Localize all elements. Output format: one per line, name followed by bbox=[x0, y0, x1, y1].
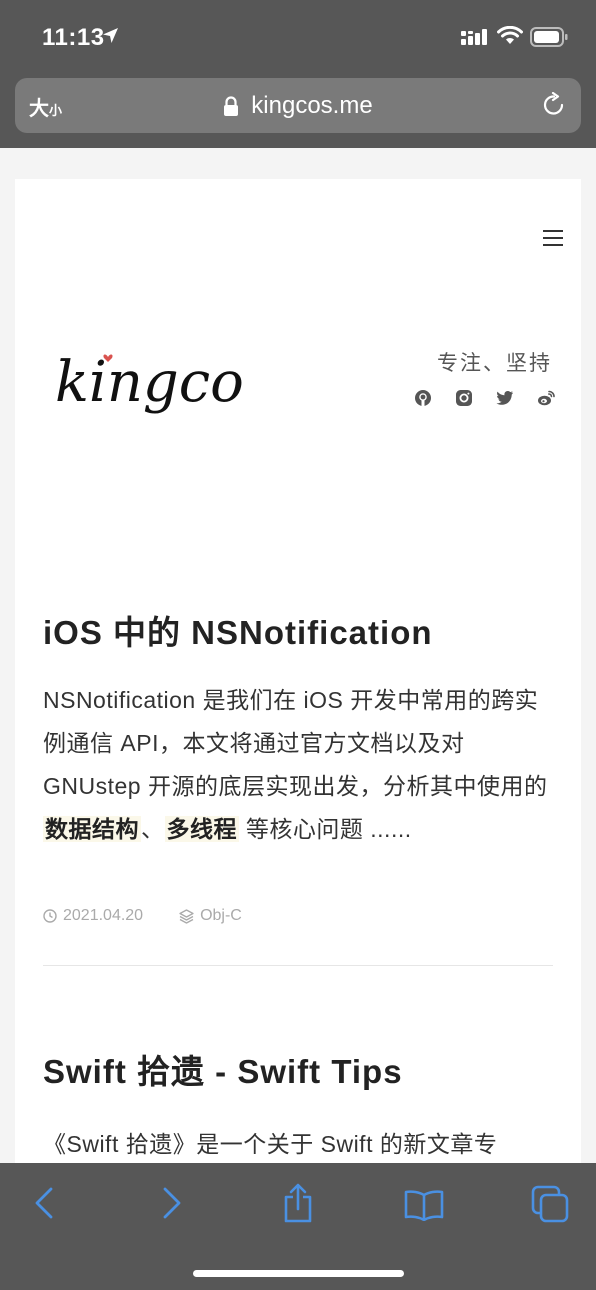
post-meta: 2021.04.20 Obj-C bbox=[43, 907, 553, 925]
bookmarks-book-icon[interactable] bbox=[404, 1189, 444, 1221]
tabs-icon[interactable] bbox=[531, 1185, 569, 1223]
logo-text: kingcos bbox=[55, 350, 243, 415]
browser-top-chrome: 11:13 大小 kingcos.me bbox=[0, 0, 596, 148]
forward-chevron-icon[interactable] bbox=[160, 1185, 184, 1221]
clock-icon bbox=[43, 909, 57, 923]
post-item: iOS 中的 NSNotification NSNotification 是我们… bbox=[43, 611, 553, 966]
lock-icon bbox=[224, 95, 239, 116]
location-arrow-icon bbox=[103, 28, 118, 43]
site-tagline: 专注、坚持 bbox=[437, 352, 552, 375]
post-category[interactable]: Obj-C bbox=[179, 907, 242, 925]
layers-icon bbox=[179, 908, 194, 924]
excerpt-separator: 、 bbox=[141, 816, 165, 842]
status-bar: 11:13 bbox=[0, 0, 596, 76]
post-item: Swift 拾遗 - Swift Tips 《Swift 拾遗》是一个关于 Sw… bbox=[43, 1050, 553, 1166]
reload-icon[interactable] bbox=[541, 92, 567, 118]
cellular-signal-icon bbox=[461, 29, 487, 45]
home-indicator bbox=[193, 1270, 404, 1277]
site-logo[interactable]: kingcos bbox=[53, 339, 243, 439]
social-links bbox=[414, 389, 555, 407]
post-title[interactable]: Swift 拾遗 - Swift Tips bbox=[43, 1050, 553, 1094]
post-excerpt: 《Swift 拾遗》是一个关于 Swift 的新文章专 bbox=[43, 1131, 498, 1157]
post-date-text: 2021.04.20 bbox=[63, 907, 144, 924]
github-icon[interactable] bbox=[414, 389, 432, 407]
address-bar[interactable]: 大小 kingcos.me bbox=[15, 78, 581, 133]
instagram-icon[interactable] bbox=[455, 389, 473, 407]
wifi-icon bbox=[497, 26, 523, 44]
share-icon[interactable] bbox=[282, 1183, 314, 1225]
status-time: 11:13 bbox=[42, 24, 105, 51]
twitter-icon[interactable] bbox=[496, 389, 514, 407]
excerpt-text-end: 等核心问题 ...... bbox=[245, 816, 412, 842]
post-title[interactable]: iOS 中的 NSNotification bbox=[43, 611, 553, 655]
page-content: kingcos 专注、坚持 bbox=[15, 179, 581, 1290]
url-text: kingcos.me bbox=[251, 91, 373, 119]
hamburger-menu-icon[interactable] bbox=[543, 229, 563, 247]
url-display[interactable]: kingcos.me bbox=[15, 78, 581, 133]
post-divider bbox=[43, 965, 553, 966]
excerpt-text: NSNotification 是我们在 iOS 开发中常用的跨实例通信 API，… bbox=[43, 687, 548, 799]
highlight-keyword: 数据结构 bbox=[43, 816, 141, 842]
back-chevron-icon[interactable] bbox=[32, 1185, 56, 1221]
battery-icon bbox=[530, 27, 568, 47]
post-date: 2021.04.20 bbox=[43, 907, 143, 925]
weibo-icon[interactable] bbox=[537, 389, 555, 407]
highlight-keyword: 多线程 bbox=[164, 816, 239, 842]
post-category-text: Obj-C bbox=[200, 907, 242, 924]
post-excerpt: NSNotification 是我们在 iOS 开发中常用的跨实例通信 API，… bbox=[43, 679, 553, 851]
